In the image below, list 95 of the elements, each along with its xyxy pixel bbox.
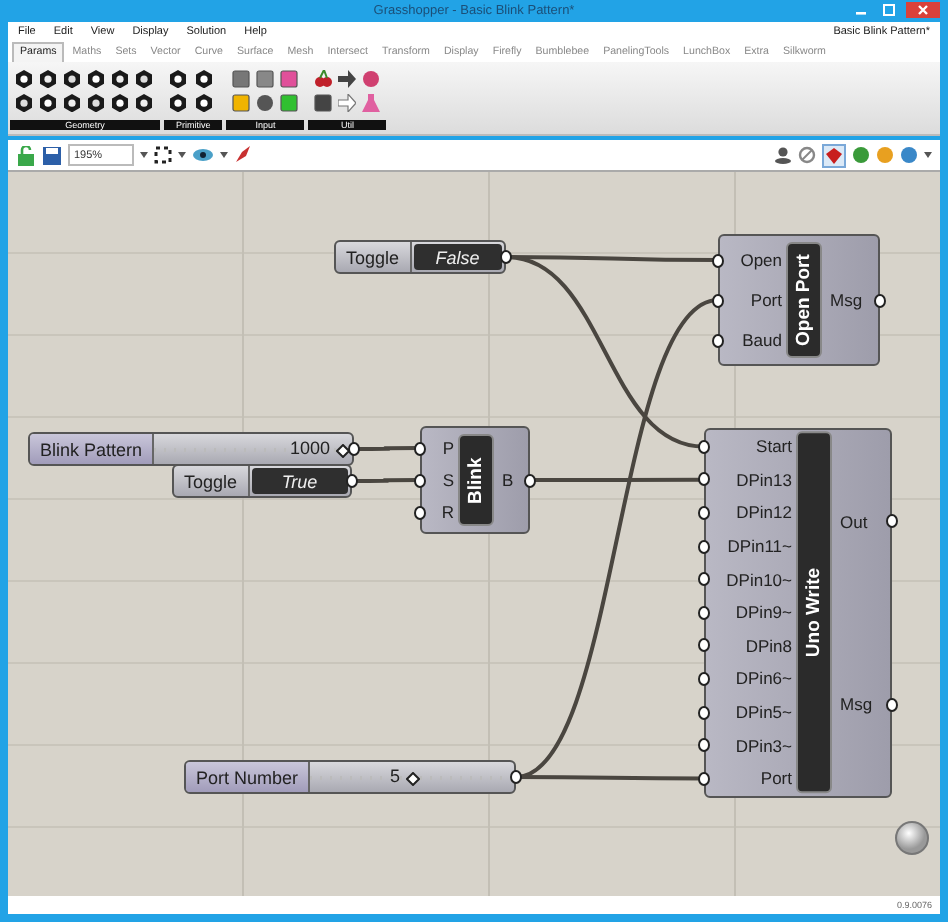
input-label: DPin13 (736, 467, 792, 494)
hexagon-icon[interactable] (196, 94, 215, 112)
port-icon[interactable] (698, 672, 710, 686)
input-label: DPin9~ (735, 600, 792, 627)
caret-icon[interactable] (178, 152, 186, 158)
number-slider[interactable]: Port Number 5 (184, 760, 516, 794)
wire (352, 478, 420, 483)
port-icon[interactable] (698, 506, 710, 520)
gem-icon[interactable] (822, 143, 846, 167)
brush-icon[interactable] (234, 146, 252, 164)
number-slider[interactable]: Blink Pattern 1000 (28, 432, 354, 466)
port-icon[interactable] (698, 472, 710, 487)
port-icon[interactable] (346, 474, 358, 488)
prohibited-icon[interactable] (798, 146, 816, 164)
port-icon[interactable] (712, 253, 724, 267)
toggle-node[interactable]: Toggle True (172, 464, 352, 498)
slider-value: 5 (390, 766, 401, 786)
save-icon[interactable] (42, 145, 62, 165)
input-label: Port (750, 288, 782, 314)
input-label: DPin3~ (735, 733, 792, 760)
component-title: Uno Write (796, 432, 832, 794)
port-icon[interactable] (698, 771, 710, 786)
input-label: Start (756, 434, 792, 461)
port-icon[interactable] (698, 738, 710, 753)
hexagon-icon[interactable] (170, 70, 188, 88)
hexagon-icon[interactable] (196, 70, 215, 88)
hexagon-icon[interactable] (112, 94, 130, 112)
slider-label: Blink Pattern (30, 434, 155, 464)
hexagon-icon[interactable] (64, 94, 82, 112)
port-icon[interactable] (698, 572, 710, 587)
port-icon[interactable] (414, 441, 426, 455)
component-node[interactable]: P S R Blink B (420, 426, 530, 534)
port-icon[interactable] (698, 638, 710, 653)
sphere-icon[interactable] (894, 820, 930, 856)
hexagon-icon[interactable] (16, 70, 34, 88)
ball-icon[interactable] (362, 70, 381, 88)
input-label: S (442, 468, 454, 494)
output-label: Out (840, 511, 868, 532)
port-icon[interactable] (414, 473, 426, 487)
toggle-value[interactable]: True (251, 468, 348, 494)
port-icon[interactable] (698, 439, 710, 454)
port-icon[interactable] (510, 770, 522, 784)
input-label: DPin10~ (726, 567, 792, 594)
hexagon-icon[interactable] (170, 94, 188, 112)
toggle-node[interactable]: Toggle False (334, 240, 506, 274)
input-label: DPin11~ (727, 534, 792, 561)
input-label: R (441, 500, 454, 526)
input-label: DPin12 (736, 500, 792, 527)
cherry-icon[interactable] (314, 70, 333, 88)
input-label: DPin8 (745, 633, 792, 660)
zoom-extents-icon[interactable] (154, 146, 172, 164)
eye-icon[interactable] (192, 148, 214, 162)
hexagon-icon[interactable] (40, 94, 58, 112)
component-title: Blink (458, 434, 494, 526)
lock-icon[interactable] (16, 145, 36, 165)
port-icon[interactable] (698, 539, 710, 554)
input-label: DPin6~ (735, 666, 792, 693)
input-label: Port (760, 766, 792, 793)
port-icon[interactable] (712, 293, 724, 307)
port-icon[interactable] (500, 250, 512, 264)
input-label: Baud (742, 328, 782, 354)
toggle-value[interactable]: False (413, 244, 502, 270)
hexagon-icon[interactable] (136, 70, 154, 88)
slider-value: 1000 (290, 438, 331, 458)
toggle-label: Toggle (174, 466, 250, 496)
input-label: P (442, 436, 454, 462)
port-icon[interactable] (414, 505, 426, 519)
input-label: Open (740, 248, 782, 274)
hexagon-icon[interactable] (40, 70, 58, 88)
hexagon-icon[interactable] (16, 94, 34, 112)
slider-label: Port Number (186, 762, 311, 792)
output-label: Msg (840, 693, 873, 714)
wire (354, 446, 420, 451)
port-icon[interactable] (712, 333, 724, 347)
hexagon-icon[interactable] (88, 70, 106, 88)
hexagon-icon[interactable] (136, 94, 154, 112)
input-label: DPin5~ (735, 700, 792, 727)
slider-grip-icon[interactable] (405, 772, 420, 786)
caret-icon[interactable] (140, 152, 148, 158)
hexagon-icon[interactable] (64, 70, 82, 88)
slider-grip-icon[interactable] (335, 444, 350, 458)
globe-icon[interactable] (852, 146, 870, 164)
hexagon-icon[interactable] (112, 70, 130, 88)
hexagon-icon[interactable] (88, 94, 106, 112)
output-label: Msg (830, 290, 863, 310)
maximize-icon[interactable] (878, 2, 900, 18)
component-title: Open Port (786, 242, 822, 358)
caret-icon[interactable] (220, 152, 228, 158)
port-icon[interactable] (348, 442, 360, 456)
caret-icon[interactable] (924, 152, 932, 158)
port-icon[interactable] (698, 605, 710, 620)
toggle-label: Toggle (336, 242, 412, 272)
port-icon[interactable] (698, 705, 710, 720)
output-label: B (502, 470, 514, 490)
close-button[interactable] (906, 2, 940, 18)
